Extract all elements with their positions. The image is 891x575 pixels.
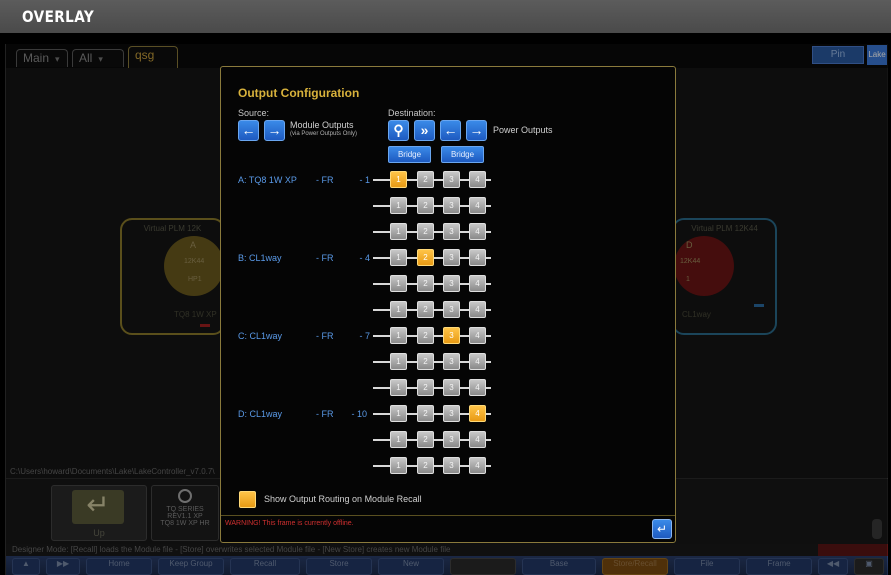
source-left-arrow-icon[interactable]: ← (238, 120, 259, 141)
output-chip-4[interactable]: 4 (469, 197, 486, 214)
power-outputs-label: Power Outputs (493, 125, 553, 135)
output-chip-1[interactable]: 1 (390, 197, 407, 214)
output-chip-4[interactable]: 4 (469, 275, 486, 292)
output-chip-1[interactable]: 1 (390, 249, 407, 266)
output-chip-4[interactable]: 4 (469, 405, 486, 422)
search-icon[interactable]: ⚲ (388, 120, 409, 141)
output-chip-1[interactable]: 1 (390, 171, 407, 188)
output-chip-3[interactable]: 3 (443, 197, 460, 214)
output-chip-4[interactable]: 4 (469, 379, 486, 396)
output-chip-1[interactable]: 1 (390, 327, 407, 344)
output-chip-2[interactable]: 2 (417, 223, 434, 240)
output-chip-4[interactable]: 4 (469, 457, 486, 474)
output-chip-1[interactable]: 1 (390, 353, 407, 370)
output-chip-3[interactable]: 3 (443, 431, 460, 448)
enter-icon[interactable]: ↵ (652, 519, 672, 539)
output-chip-3[interactable]: 3 (443, 301, 460, 318)
output-chip-3[interactable]: 3 (443, 353, 460, 370)
output-chip-3[interactable]: 3 (443, 171, 460, 188)
output-chip-4[interactable]: 4 (469, 171, 486, 188)
source-label: Source: (238, 108, 270, 118)
output-chip-2[interactable]: 2 (417, 249, 434, 266)
output-chip-2[interactable]: 2 (417, 353, 434, 370)
module-row-fr: - FR (316, 253, 334, 263)
output-chip-1[interactable]: 1 (390, 405, 407, 422)
output-chip-2[interactable]: 2 (417, 197, 434, 214)
bridge-button-2[interactable]: Bridge (441, 146, 484, 163)
show-routing-checkbox[interactable] (239, 491, 256, 508)
module-row-fr: - FR (316, 175, 334, 185)
module-row-label: A: TQ8 1W XP (238, 175, 297, 185)
module-row-number: - 10 (351, 409, 367, 419)
output-chip-3[interactable]: 3 (443, 379, 460, 396)
show-routing-label: Show Output Routing on Module Recall (264, 494, 422, 504)
output-chip-3[interactable]: 3 (443, 275, 460, 292)
module-row-label: B: CL1way (238, 253, 282, 263)
offline-warning: WARNING! This frame is currently offline… (225, 520, 354, 527)
module-row-fr: - FR (316, 331, 334, 341)
output-chip-4[interactable]: 4 (469, 431, 486, 448)
dialog-divider (221, 515, 675, 516)
output-chip-2[interactable]: 2 (417, 275, 434, 292)
module-row-label: C: CL1way (238, 331, 283, 341)
output-chip-2[interactable]: 2 (417, 301, 434, 318)
dest-left-arrow-icon[interactable]: ← (440, 120, 461, 141)
output-chip-2[interactable]: 2 (417, 327, 434, 344)
output-chip-2[interactable]: 2 (417, 405, 434, 422)
overlay-banner: OVERLAY (0, 0, 891, 33)
banner-title: OVERLAY (22, 7, 95, 26)
module-row-label: D: CL1way (238, 409, 283, 419)
module-row-number: - 7 (359, 331, 370, 341)
output-chip-1[interactable]: 1 (390, 223, 407, 240)
output-chip-4[interactable]: 4 (469, 353, 486, 370)
output-chip-1[interactable]: 1 (390, 431, 407, 448)
output-chip-2[interactable]: 2 (417, 171, 434, 188)
output-chip-3[interactable]: 3 (443, 405, 460, 422)
double-right-arrow-icon[interactable]: » (414, 120, 435, 141)
output-chip-3[interactable]: 3 (443, 249, 460, 266)
output-chip-1[interactable]: 1 (390, 457, 407, 474)
output-chip-2[interactable]: 2 (417, 431, 434, 448)
source-right-arrow-icon[interactable]: → (264, 120, 285, 141)
module-row-number: - 4 (359, 253, 370, 263)
output-chip-2[interactable]: 2 (417, 379, 434, 396)
output-chip-4[interactable]: 4 (469, 301, 486, 318)
output-chip-1[interactable]: 1 (390, 275, 407, 292)
output-chip-4[interactable]: 4 (469, 223, 486, 240)
destination-label: Destination: (388, 108, 436, 118)
output-chip-2[interactable]: 2 (417, 457, 434, 474)
output-configuration-dialog: Output Configuration Source: Destination… (220, 66, 676, 543)
module-row-number: - 1 (359, 175, 370, 185)
dialog-title: Output Configuration (238, 86, 360, 100)
output-chip-1[interactable]: 1 (390, 301, 407, 318)
module-outputs-label: Module Outputs (290, 120, 354, 130)
output-chip-4[interactable]: 4 (469, 249, 486, 266)
module-outputs-sublabel: (via Power Outputs Only) (290, 131, 358, 137)
output-chip-4[interactable]: 4 (469, 327, 486, 344)
output-chip-1[interactable]: 1 (390, 379, 407, 396)
output-chip-3[interactable]: 3 (443, 457, 460, 474)
dest-right-arrow-icon[interactable]: → (466, 120, 487, 141)
output-chip-3[interactable]: 3 (443, 327, 460, 344)
bridge-button-1[interactable]: Bridge (388, 146, 431, 163)
output-chip-3[interactable]: 3 (443, 223, 460, 240)
module-row-fr: - FR (316, 409, 334, 419)
